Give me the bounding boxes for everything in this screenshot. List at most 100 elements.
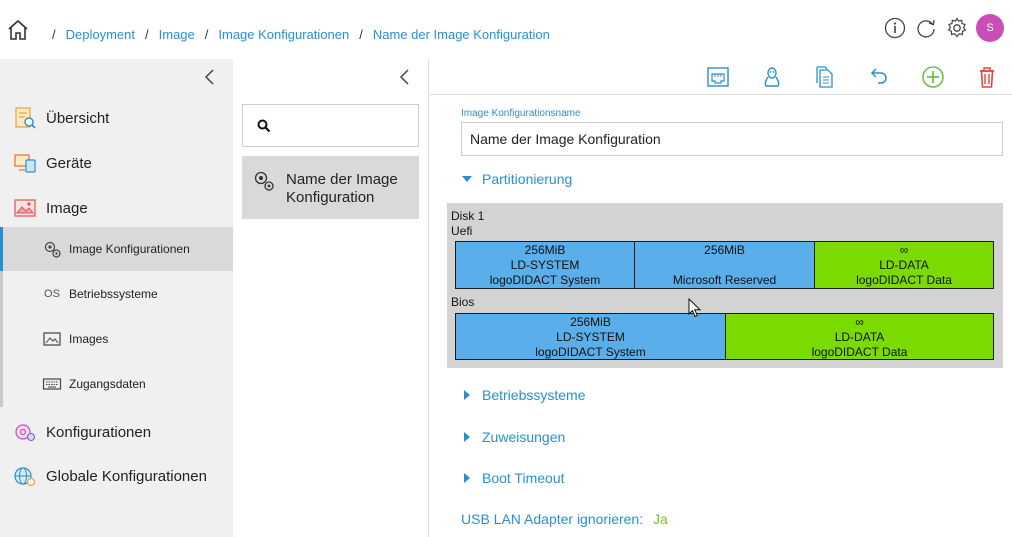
- collapse-list-icon[interactable]: [395, 67, 415, 87]
- sidebar-item-devices[interactable]: Geräte: [0, 144, 233, 182]
- list-panel: Name der Image Konfiguration: [233, 59, 429, 537]
- network-port-icon[interactable]: [706, 65, 730, 89]
- sidebar-item-image[interactable]: Image: [0, 189, 233, 227]
- bios-label: Bios: [451, 295, 475, 309]
- list-item[interactable]: Name der Image Konfiguration: [242, 156, 419, 219]
- breadcrumb-image[interactable]: Image: [159, 27, 195, 42]
- partition-uefi-data[interactable]: ∞ LD-DATA logoDIDACT Data: [814, 241, 994, 289]
- section-operating-systems[interactable]: Betriebssysteme: [461, 387, 585, 403]
- copy-icon[interactable]: [813, 65, 837, 89]
- header: / Deployment / Image / Image Konfigurati…: [0, 0, 1012, 59]
- partition-bios-data[interactable]: ∞ LD-DATA logoDIDACT Data: [725, 313, 994, 360]
- sidebar-item-label: Übersicht: [46, 109, 110, 127]
- partition-size: 256MiB: [704, 243, 745, 257]
- usb-lan-adapter-row: USB LAN Adapter ignorieren: Ja: [461, 511, 668, 527]
- partition-uefi-msr[interactable]: 256MiB Microsoft Reserved: [634, 241, 815, 289]
- overview-icon: [15, 107, 36, 129]
- section-boot-timeout[interactable]: Boot Timeout: [461, 470, 565, 486]
- partition-name: LD-SYSTEM: [510, 258, 580, 272]
- section-boot-timeout-label: Boot Timeout: [482, 470, 565, 486]
- sidebar-subitem-credentials[interactable]: Zugangsdaten: [0, 362, 233, 406]
- settings-icon[interactable]: [946, 17, 968, 39]
- gears-icon: [44, 241, 61, 258]
- sidebar-item-label: Konfigurationen: [46, 423, 152, 441]
- partition-size: ∞: [855, 315, 864, 329]
- section-partitioning[interactable]: Partitionierung: [461, 171, 572, 187]
- add-icon[interactable]: [921, 65, 945, 89]
- partition-name: LD-DATA: [834, 330, 885, 344]
- sidebar-item-label: Globale Konfigurationen: [46, 467, 207, 485]
- sidebar-item-label: Geräte: [46, 154, 92, 172]
- partition-description: logoDIDACT System: [489, 273, 601, 287]
- caret-right-icon: [464, 390, 470, 400]
- section-partitioning-label: Partitionierung: [482, 171, 573, 187]
- partition-size: 256MiB: [524, 243, 566, 257]
- partition-uefi-system[interactable]: 256MiB LD-SYSTEM logoDIDACT System: [455, 241, 635, 289]
- breadcrumb-separator: /: [145, 27, 149, 42]
- breadcrumb-separator: /: [204, 27, 209, 42]
- breadcrumb-current[interactable]: Name der Image Konfiguration: [373, 27, 550, 42]
- os-icon: OS: [44, 288, 60, 300]
- caret-down-icon: [462, 176, 472, 182]
- sidebar-subitem-label: Zugangsdaten: [69, 377, 146, 391]
- partition-bios-system[interactable]: 256MiB LD-SYSTEM logoDIDACT System: [455, 313, 726, 360]
- configurations-icon: [15, 424, 36, 442]
- image-icon: [14, 199, 36, 217]
- picture-icon: [43, 332, 61, 346]
- breadcrumb: / Deployment / Image / Image Konfigurati…: [42, 27, 550, 42]
- partition-description: logoDIDACT System: [535, 345, 646, 359]
- usb-lan-adapter-label: USB LAN Adapter ignorieren:: [461, 511, 644, 527]
- toolbar: [430, 59, 1012, 95]
- sidebar-item-label: Image: [46, 199, 88, 217]
- global-configurations-icon: [14, 467, 36, 487]
- sidebar-subitem-label: Image Konfigurationen: [69, 242, 190, 256]
- sidebar-subitem-image-configurations[interactable]: Image Konfigurationen: [0, 227, 233, 271]
- delete-icon[interactable]: [975, 65, 999, 89]
- sidebar: Übersicht Geräte Image Image Konfigurati…: [0, 59, 233, 537]
- collapse-sidebar-icon[interactable]: [200, 67, 220, 87]
- partition-description: Microsoft Reserved: [672, 273, 777, 287]
- breadcrumb-separator: /: [52, 27, 56, 42]
- partition-name: LD-SYSTEM: [556, 330, 625, 344]
- sidebar-subitem-operating-systems[interactable]: OS Betriebssysteme: [0, 272, 233, 316]
- sidebar-subitem-label: Betriebssysteme: [69, 287, 158, 301]
- config-name-label: Image Konfigurationsname: [461, 108, 581, 119]
- usb-lan-adapter-value[interactable]: Ja: [653, 511, 668, 527]
- detail-panel: Image Konfigurationsname Partitionierung…: [430, 96, 1012, 537]
- search-icon: [257, 119, 271, 133]
- partition-size: ∞: [899, 243, 909, 257]
- mouse-cursor-icon: [688, 298, 702, 318]
- undo-icon[interactable]: [867, 65, 891, 89]
- section-assignments-label: Zuweisungen: [482, 429, 566, 445]
- info-icon[interactable]: [884, 17, 906, 39]
- linux-icon[interactable]: [760, 65, 784, 89]
- sidebar-item-configurations[interactable]: Konfigurationen: [0, 413, 233, 451]
- section-assignments[interactable]: Zuweisungen: [461, 429, 565, 445]
- home-icon[interactable]: [6, 18, 30, 42]
- list-item-label: Name der Image Konfiguration: [286, 171, 398, 206]
- partition-description: logoDIDACT Data: [856, 273, 952, 287]
- devices-icon: [14, 154, 36, 173]
- breadcrumb-separator: /: [359, 27, 363, 42]
- avatar[interactable]: S: [976, 14, 1004, 42]
- sidebar-item-overview[interactable]: Übersicht: [0, 99, 233, 137]
- sidebar-subitem-images[interactable]: Images: [0, 317, 233, 361]
- section-operating-systems-label: Betriebssysteme: [482, 387, 586, 403]
- active-indicator: [0, 227, 3, 271]
- keyboard-icon: [42, 378, 62, 390]
- search-input[interactable]: [279, 113, 409, 139]
- search-box[interactable]: [242, 104, 419, 147]
- uefi-label: Uefi: [451, 224, 473, 238]
- breadcrumb-deployment[interactable]: Deployment: [66, 27, 135, 42]
- partition-name: [635, 258, 814, 273]
- sidebar-subitem-label: Images: [69, 332, 109, 346]
- breadcrumb-image-configurations[interactable]: Image Konfigurationen: [218, 27, 349, 42]
- partition-description: logoDIDACT Data: [811, 345, 908, 359]
- disk-label: Disk 1: [451, 209, 485, 223]
- caret-right-icon: [464, 432, 470, 442]
- refresh-icon[interactable]: [915, 17, 937, 39]
- sidebar-item-global-configurations[interactable]: Globale Konfigurationen: [0, 457, 233, 495]
- caret-right-icon: [464, 473, 470, 483]
- config-name-input[interactable]: [461, 122, 1003, 156]
- partition-size: 256MiB: [570, 315, 611, 329]
